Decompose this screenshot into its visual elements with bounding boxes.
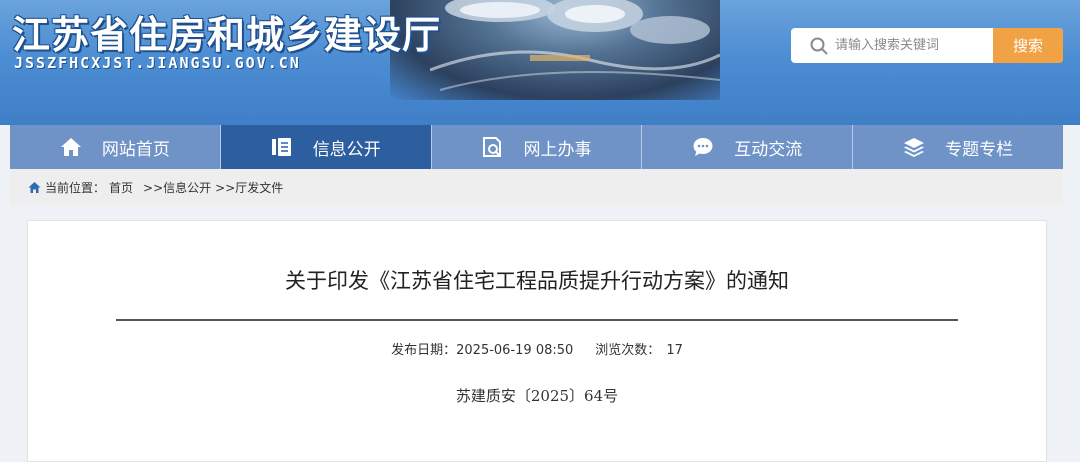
nav-item-label: 网上办事 xyxy=(523,139,592,160)
nav-item-label: 专题专栏 xyxy=(945,139,1014,160)
stadium-illustration xyxy=(430,0,720,91)
chat-icon xyxy=(693,138,713,156)
search-input[interactable] xyxy=(835,28,990,63)
nav-item-interaction[interactable]: 互动交流 xyxy=(642,125,854,169)
breadcrumb-link-dept-docs[interactable]: >>厅发文件 xyxy=(215,179,283,196)
breadcrumb: 当前位置： 首页 >>信息公开 >>厅发文件 xyxy=(10,169,1063,205)
nav-item-label: 信息公开 xyxy=(312,139,381,160)
home-icon xyxy=(28,181,41,193)
publish-date: 2025-06-19 08:50 xyxy=(456,343,574,358)
document-icon xyxy=(271,138,291,156)
layers-icon xyxy=(904,138,925,157)
article-meta: 发布日期：2025-06-19 08:50 浏览次数： 17 xyxy=(28,339,1046,358)
search-box: 搜索 xyxy=(791,28,1063,63)
nav-item-home[interactable]: 网站首页 xyxy=(10,125,221,169)
views-label: 浏览次数： xyxy=(595,343,661,358)
site-title: 江苏省住房和城乡建设厅 xyxy=(12,13,442,57)
nav-item-label: 互动交流 xyxy=(734,139,803,160)
nav-item-online-services[interactable]: 网上办事 xyxy=(432,125,643,169)
publish-date-label: 发布日期： xyxy=(391,343,457,358)
document-number: 苏建质安〔2025〕64号 xyxy=(455,387,619,405)
article-title: 关于印发《江苏省住宅工程品质提升行动方案》的通知 xyxy=(285,269,789,293)
breadcrumb-link-info[interactable]: >>信息公开 xyxy=(143,179,211,196)
title-divider xyxy=(116,319,958,321)
nav-item-label: 网站首页 xyxy=(101,139,170,160)
search-button[interactable]: 搜索 xyxy=(993,28,1063,63)
home-icon xyxy=(60,138,81,156)
service-search-icon xyxy=(483,137,502,157)
main-nav: 网站首页 信息公开 网上办事 互动交流 专题专栏 xyxy=(10,125,1063,169)
nav-item-special-topics[interactable]: 专题专栏 xyxy=(853,125,1063,169)
header-banner: 江苏省住房和城乡建设厅 JSSZFHCXJST.JIANGSU.GOV.CN 搜… xyxy=(0,0,1080,125)
nav-item-info-disclosure[interactable]: 信息公开 xyxy=(220,125,432,169)
article-container: 关于印发《江苏省住宅工程品质提升行动方案》的通知 发布日期：2025-06-19… xyxy=(27,220,1047,462)
site-domain: JSSZFHCXJST.JIANGSU.GOV.CN xyxy=(14,54,301,72)
view-count: 17 xyxy=(666,343,683,358)
search-icon xyxy=(810,37,828,55)
breadcrumb-link-home[interactable]: 首页 xyxy=(109,179,133,196)
breadcrumb-prefix: 当前位置： xyxy=(45,180,106,195)
